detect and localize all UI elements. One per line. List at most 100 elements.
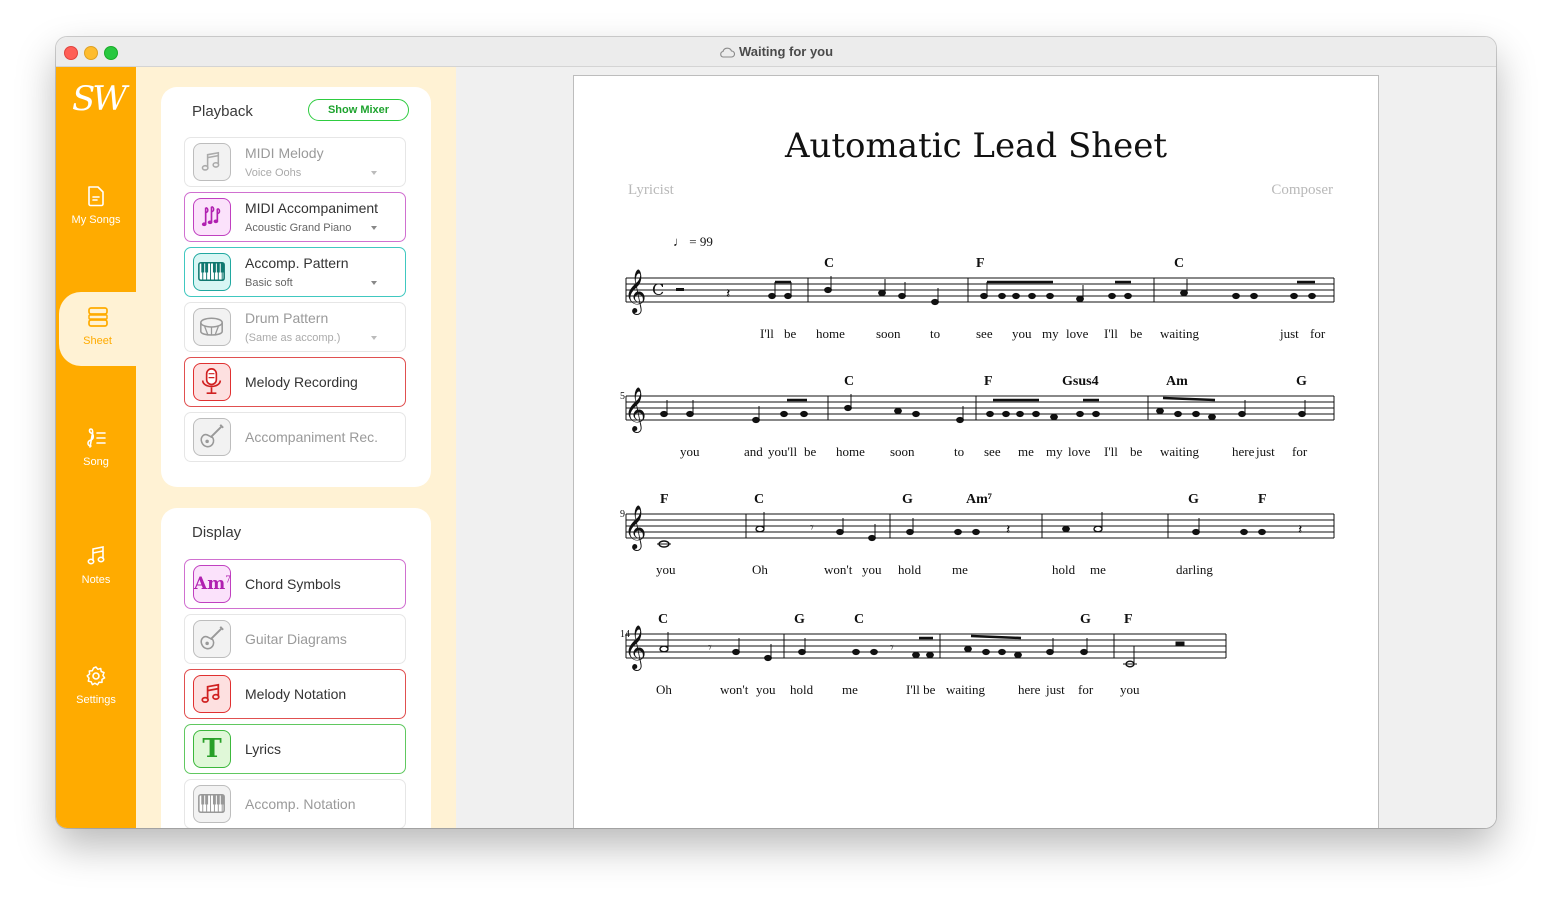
sheet-title[interactable]: Automatic Lead Sheet (574, 126, 1378, 166)
show-mixer-button[interactable]: Show Mixer (308, 99, 409, 121)
staff-system-1[interactable]: 𝄞 C 𝄽 C F C I'll be home soon to see you… (622, 256, 1342, 341)
chord-symbol[interactable]: C (754, 492, 764, 508)
lyric-syllable[interactable]: just (1046, 682, 1065, 698)
chevron-down-icon[interactable] (371, 281, 377, 285)
lyric-syllable[interactable]: be (1130, 444, 1142, 460)
sheet-area[interactable]: Automatic Lead Sheet Lyricist Composer ♩… (456, 67, 1496, 828)
composer-field[interactable]: Composer (1271, 182, 1333, 199)
lyric-syllable[interactable]: you (1012, 326, 1032, 342)
lyric-syllable[interactable]: me (1090, 562, 1106, 578)
lyric-syllable[interactable]: won't (720, 682, 748, 698)
lyric-syllable[interactable]: love (1066, 326, 1088, 342)
lyric-syllable[interactable]: for (1292, 444, 1307, 460)
chord-symbol[interactable]: G (1080, 612, 1091, 628)
lyric-syllable[interactable]: just (1256, 444, 1275, 460)
lyric-syllable[interactable]: hold (790, 682, 813, 698)
lyric-syllable[interactable]: home (836, 444, 865, 460)
rail-item-settings[interactable]: Settings (56, 665, 136, 739)
chord-symbol[interactable]: C (1174, 256, 1184, 272)
chevron-down-icon[interactable] (371, 171, 377, 175)
lyrics-option[interactable]: T Lyrics (184, 724, 406, 774)
chord-symbol[interactable]: F (660, 492, 669, 508)
lyric-syllable[interactable]: you (862, 562, 882, 578)
lyricist-field[interactable]: Lyricist (628, 182, 674, 199)
chord-symbol[interactable]: C (844, 374, 854, 390)
chord-symbols-option[interactable]: Am7 Chord Symbols (184, 559, 406, 609)
lyric-syllable[interactable]: hold (898, 562, 921, 578)
accomp-notation-option[interactable]: Accomp. Notation (184, 779, 406, 828)
lyric-syllable[interactable]: home (816, 326, 845, 342)
lyric-syllable[interactable]: you'll (768, 444, 797, 460)
lyric-syllable[interactable]: you (656, 562, 676, 578)
lyric-syllable[interactable]: here (1232, 444, 1254, 460)
rail-item-notes[interactable]: Notes (56, 545, 136, 619)
chord-symbol[interactable]: G (1296, 374, 1307, 390)
lyric-syllable[interactable]: me (842, 682, 858, 698)
lyric-syllable[interactable]: waiting (1160, 444, 1199, 460)
lyric-syllable[interactable]: waiting (1160, 326, 1199, 342)
lyric-syllable[interactable]: to (930, 326, 940, 342)
staff-system-4[interactable]: 14 𝄞 𝄾 𝄾 C G C G F Oh won't you hold me … (620, 612, 1242, 697)
lyric-syllable[interactable]: soon (890, 444, 915, 460)
lyric-syllable[interactable]: Oh (752, 562, 768, 578)
lyric-syllable[interactable]: just (1280, 326, 1299, 342)
chord-symbol[interactable]: Am⁷ (966, 492, 992, 508)
chord-symbol[interactable]: C (824, 256, 834, 272)
lyric-syllable[interactable]: love (1068, 444, 1090, 460)
chord-symbol[interactable]: F (976, 256, 985, 272)
chord-symbol[interactable]: Am (1166, 374, 1188, 390)
chevron-down-icon[interactable] (371, 336, 377, 340)
lyric-syllable[interactable]: see (976, 326, 993, 342)
melody-recording-option[interactable]: Melody Recording (184, 357, 406, 407)
chord-symbol[interactable]: C (854, 612, 864, 628)
lyric-syllable[interactable]: Oh (656, 682, 672, 698)
sheet-page[interactable]: Automatic Lead Sheet Lyricist Composer ♩… (573, 75, 1379, 828)
lyric-syllable[interactable]: for (1310, 326, 1325, 342)
lyric-syllable[interactable]: my (1046, 444, 1063, 460)
lyric-syllable[interactable]: I'll (1104, 444, 1118, 460)
chord-symbol[interactable]: G (1188, 492, 1199, 508)
staff-system-3[interactable]: 9 𝄞 𝄾 𝄽 𝄽 F C G Am⁷ G F you Oh won't you… (620, 492, 1342, 577)
lyric-syllable[interactable]: darling (1176, 562, 1213, 578)
chord-symbol[interactable]: C (658, 612, 668, 628)
lyric-syllable[interactable]: be (1130, 326, 1142, 342)
lyric-syllable[interactable]: me (1018, 444, 1034, 460)
chord-symbol[interactable]: G (902, 492, 913, 508)
midi-melody-option[interactable]: MIDI Melody Voice Oohs (184, 137, 406, 187)
lyric-syllable[interactable]: I'll (1104, 326, 1118, 342)
rail-item-my-songs[interactable]: My Songs (56, 185, 136, 259)
lyric-syllable[interactable]: won't (824, 562, 852, 578)
lyric-syllable[interactable]: for (1078, 682, 1093, 698)
lyric-syllable[interactable]: be (804, 444, 816, 460)
drum-pattern-option[interactable]: Drum Pattern (Same as accomp.) (184, 302, 406, 352)
lyric-syllable[interactable]: you (680, 444, 700, 460)
chord-symbol[interactable]: F (984, 374, 993, 390)
lyric-syllable[interactable]: here (1018, 682, 1040, 698)
lyric-syllable[interactable]: hold (1052, 562, 1075, 578)
rail-item-song[interactable]: Song (56, 427, 136, 501)
accomp-pattern-option[interactable]: Accomp. Pattern Basic soft (184, 247, 406, 297)
lyric-syllable[interactable]: you (1120, 682, 1140, 698)
chord-symbol[interactable]: F (1124, 612, 1133, 628)
staff-system-2[interactable]: 5 𝄞 C F Gsus4 Am G you and you'll be hom… (620, 374, 1342, 459)
lyric-syllable[interactable]: waiting (946, 682, 985, 698)
chord-symbol[interactable]: F (1258, 492, 1267, 508)
lyric-syllable[interactable]: and (744, 444, 763, 460)
accompaniment-rec-option[interactable]: Accompaniment Rec. (184, 412, 406, 462)
chord-symbol[interactable]: Gsus4 (1062, 374, 1099, 390)
lyric-syllable[interactable]: I'll be (906, 682, 935, 698)
lyric-syllable[interactable]: my (1042, 326, 1059, 342)
midi-accompaniment-option[interactable]: MIDI Accompaniment Acoustic Grand Piano (184, 192, 406, 242)
rail-item-sheet[interactable]: Sheet (59, 292, 136, 366)
lyric-syllable[interactable]: you (756, 682, 776, 698)
lyric-syllable[interactable]: see (984, 444, 1001, 460)
lyric-syllable[interactable]: me (952, 562, 968, 578)
lyric-syllable[interactable]: I'll (760, 326, 774, 342)
chord-symbol[interactable]: G (794, 612, 805, 628)
lyric-syllable[interactable]: be (784, 326, 796, 342)
lyric-syllable[interactable]: to (954, 444, 964, 460)
tempo-marking[interactable]: ♩ = 99 (673, 234, 713, 250)
chevron-down-icon[interactable] (371, 226, 377, 230)
melody-notation-option[interactable]: Melody Notation (184, 669, 406, 719)
guitar-diagrams-option[interactable]: Guitar Diagrams (184, 614, 406, 664)
